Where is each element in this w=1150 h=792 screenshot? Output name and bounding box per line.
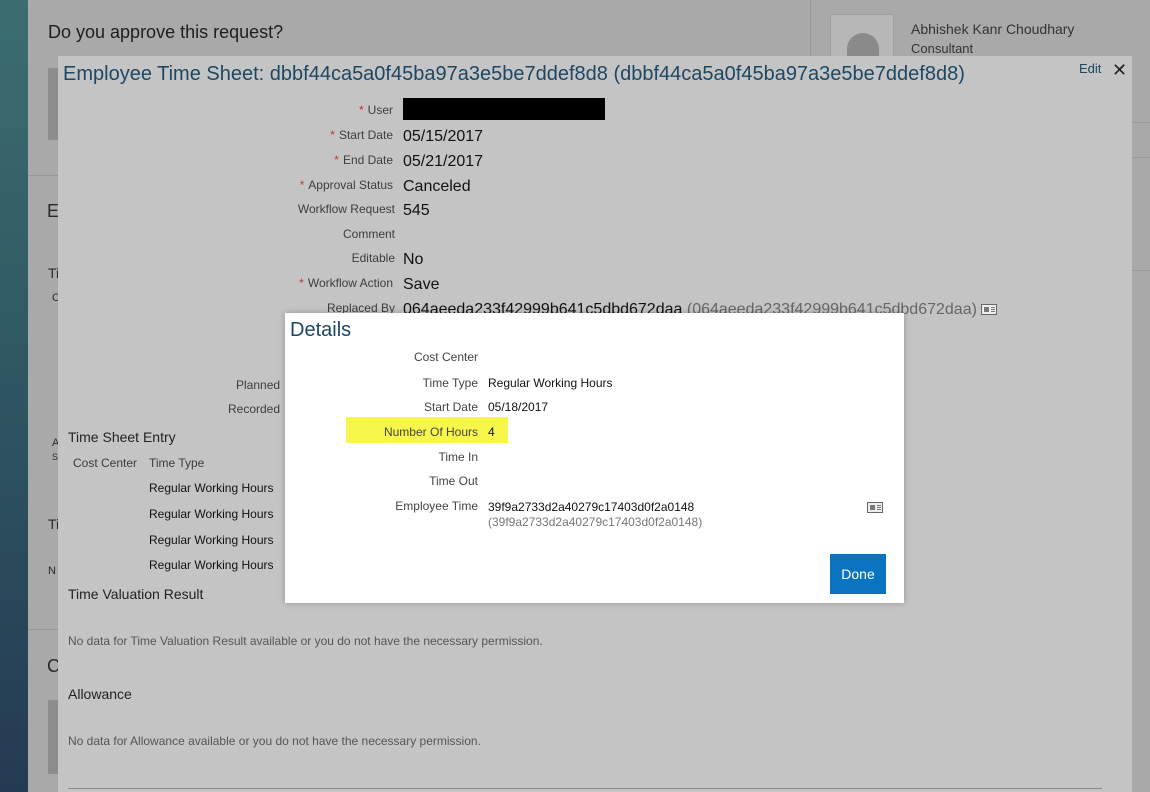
- close-icon[interactable]: ✕: [1112, 60, 1127, 80]
- column-header: Time Type: [149, 456, 205, 470]
- field-value: 05/15/2017: [403, 128, 484, 145]
- empty-message: No data for Time Valuation Result availa…: [68, 634, 543, 648]
- divider: [1132, 270, 1150, 271]
- field-approval-status: * Approval Status: [58, 178, 393, 196]
- field-value: Canceled: [403, 178, 471, 195]
- required-marker: *: [358, 103, 364, 117]
- field-label: Comment: [342, 227, 395, 241]
- approval-question: Do you approve this request?: [48, 22, 284, 42]
- business-card-icon[interactable]: [981, 304, 998, 316]
- field-label: Approval Status: [308, 178, 393, 192]
- empty-message: No data for Allowance available or you d…: [68, 734, 481, 748]
- field-workflow-request: Workflow Request: [58, 202, 395, 220]
- divider: [1132, 122, 1150, 123]
- employee-time-secondary: (39f9a2733d2a40279c17403d0f2a0148): [488, 515, 703, 529]
- planned-label: Planned: [236, 378, 281, 392]
- required-marker: *: [299, 276, 304, 290]
- section-title: Time Valuation Result: [68, 586, 204, 602]
- field-value: Save: [403, 276, 440, 293]
- divider: [1132, 157, 1150, 158]
- section-title: Time Sheet Entry: [68, 429, 176, 445]
- field-label: End Date: [342, 153, 393, 167]
- detail-label: Start Date: [423, 400, 478, 414]
- section-title: Allowance: [68, 686, 132, 702]
- details-popup: Details Cost Center Time Type Regular Wo…: [285, 313, 904, 603]
- business-card-icon[interactable]: [867, 502, 883, 513]
- required-marker: *: [330, 128, 335, 142]
- employee-time-link[interactable]: 39f9a2733d2a40279c17403d0f2a0148: [488, 500, 694, 514]
- detail-label: Cost Center: [413, 350, 478, 364]
- field-user: * User: [58, 103, 393, 121]
- field-value: No: [403, 251, 424, 268]
- user-name: Abhishek Kanr Choudhary: [911, 21, 1075, 37]
- detail-label-number-of-hours: Number Of Hours: [383, 425, 478, 439]
- entry-row[interactable]: Regular Working Hours: [149, 533, 274, 547]
- detail-label: Time Type: [422, 376, 478, 390]
- detail-label: Employee Time: [395, 499, 478, 513]
- dialog-title: Employee Time Sheet: dbbf44ca5a0f45ba97a…: [63, 63, 965, 85]
- entry-row[interactable]: Regular Working Hours: [149, 558, 274, 572]
- left-nav-strip: [0, 0, 28, 792]
- done-button[interactable]: Done: [830, 554, 886, 594]
- entry-row[interactable]: Regular Working Hours: [149, 507, 274, 521]
- detail-label: Time In: [438, 450, 478, 464]
- edit-link[interactable]: Edit: [1079, 61, 1101, 76]
- user-role: Consultant: [911, 41, 974, 56]
- field-label: Workflow Request: [297, 202, 395, 216]
- field-label: Workflow Action: [307, 276, 393, 290]
- field-comment: Comment: [58, 227, 395, 245]
- required-marker: *: [299, 178, 305, 192]
- field-value: 05/21/2017: [403, 153, 484, 170]
- field-editable: Editable: [58, 251, 395, 269]
- field-label: Start Date: [338, 128, 393, 142]
- entry-row[interactable]: Regular Working Hours: [149, 481, 274, 495]
- detail-label: Time Out: [429, 474, 478, 488]
- required-marker: *: [334, 153, 339, 167]
- detail-value: 05/18/2017: [488, 400, 549, 414]
- background-fragment: N: [48, 565, 56, 577]
- recorded-label: Recorded: [228, 402, 281, 416]
- redaction-bar: [403, 98, 605, 120]
- field-value: 545: [403, 202, 430, 219]
- field-label: User: [367, 103, 393, 117]
- field-start-date: * Start Date: [58, 128, 393, 146]
- detail-value-number-of-hours: 4: [488, 425, 495, 439]
- detail-value: Regular Working Hours: [488, 376, 613, 390]
- divider: [68, 788, 1102, 789]
- column-header: Cost Center: [73, 456, 138, 470]
- field-label: Editable: [351, 251, 395, 265]
- field-workflow-action: * Workflow Action: [58, 276, 393, 294]
- field-end-date: * End Date: [58, 153, 393, 171]
- details-title: Details: [290, 319, 352, 341]
